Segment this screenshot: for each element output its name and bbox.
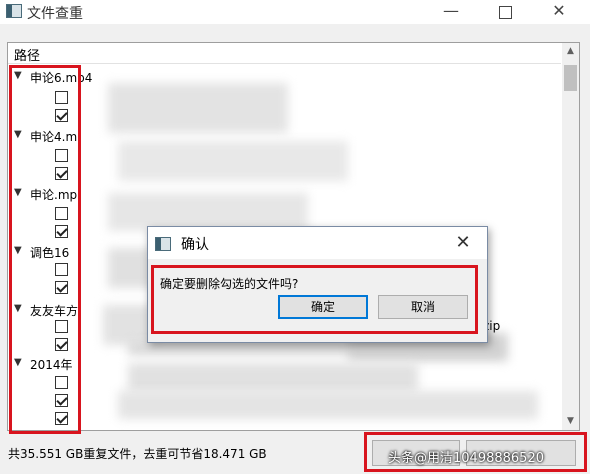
redacted-path	[118, 391, 538, 419]
highlight-box-checkboxes	[9, 65, 81, 434]
watermark-text: 头条@用清10498886520	[388, 451, 544, 466]
column-header-label: 路径	[14, 49, 41, 64]
close-icon: ✕	[552, 1, 566, 20]
redacted-path	[128, 363, 418, 393]
highlight-box-dialog	[151, 265, 478, 334]
vertical-scrollbar[interactable]: ▲ ▼	[562, 43, 579, 430]
dialog-title-bar: 确认 ✕	[148, 227, 487, 259]
window-title: 文件查重	[27, 6, 83, 22]
column-header-path[interactable]: 路径	[8, 43, 561, 64]
close-button[interactable]: ✕	[536, 0, 582, 24]
app-icon	[6, 4, 22, 18]
redacted-path	[118, 141, 348, 181]
status-summary: 共35.551 GB重复文件，去重可节省18.471 GB	[8, 447, 267, 461]
redacted-path	[108, 83, 288, 133]
app-icon	[155, 237, 171, 251]
maximize-button[interactable]	[482, 0, 528, 24]
maximize-icon	[498, 6, 512, 19]
close-icon: ✕	[455, 232, 471, 253]
scroll-down-icon[interactable]: ▼	[562, 413, 579, 430]
title-bar: 文件查重 — ✕	[0, 0, 590, 24]
dialog-title: 确认	[181, 237, 209, 253]
dialog-close-button[interactable]: ✕	[448, 230, 478, 256]
minimize-icon: —	[443, 1, 459, 20]
scroll-up-icon[interactable]: ▲	[562, 43, 579, 60]
scroll-thumb[interactable]	[564, 65, 577, 91]
minimize-button[interactable]: —	[428, 0, 474, 24]
